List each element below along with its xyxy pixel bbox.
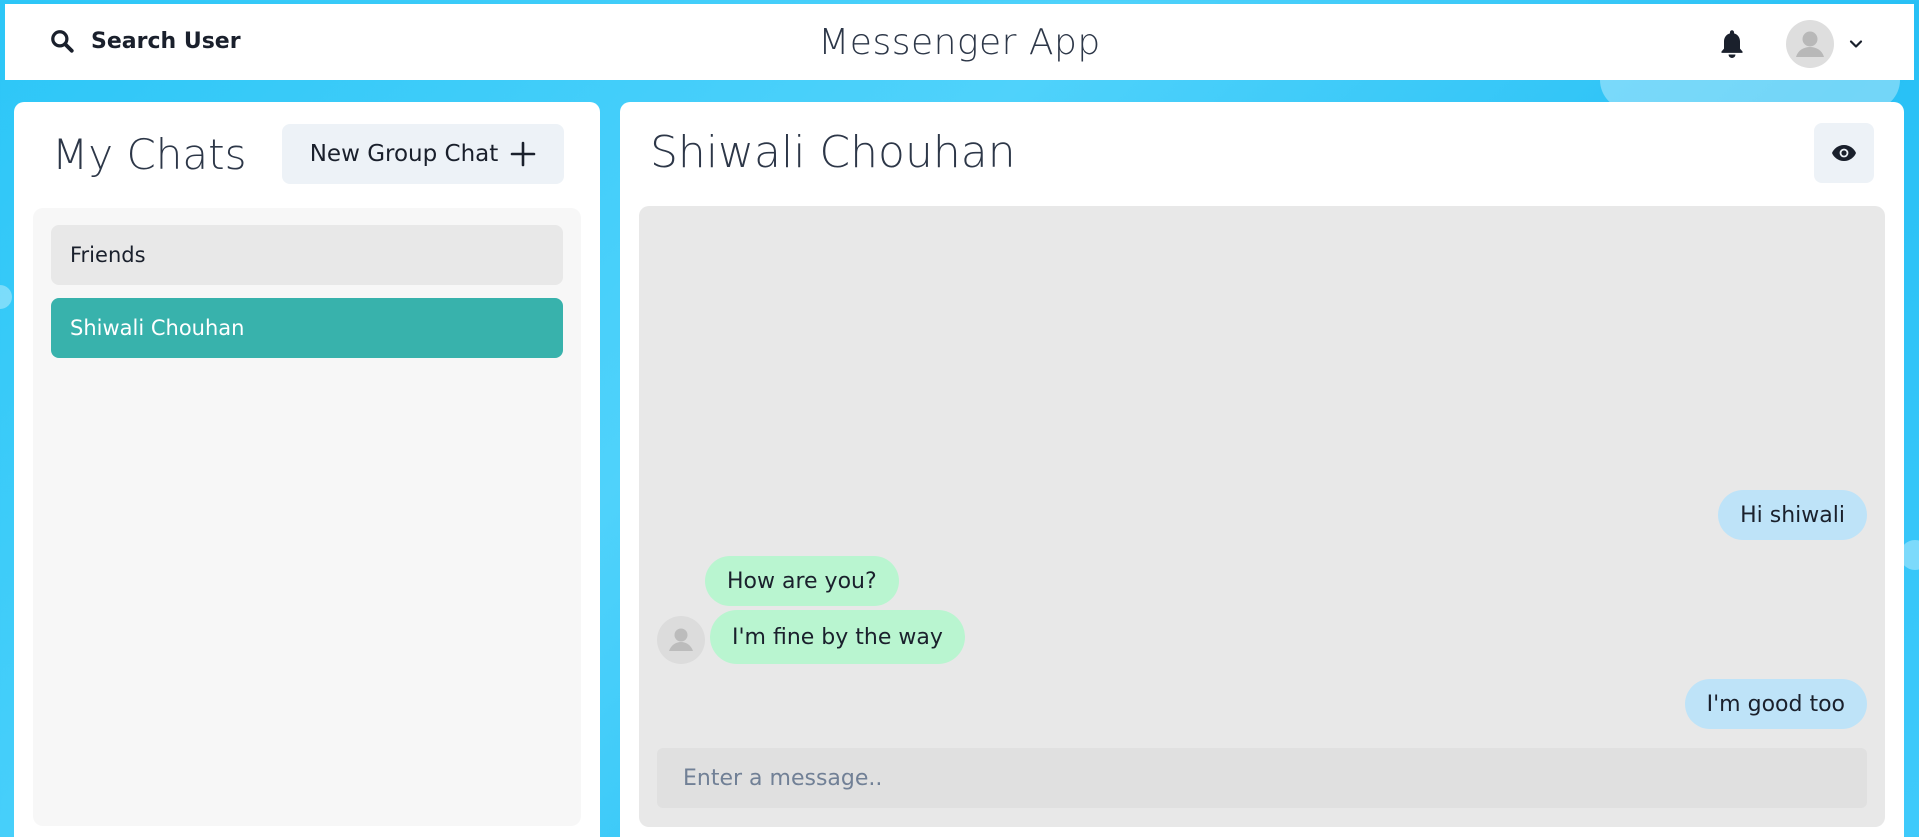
view-profile-button[interactable] (1814, 123, 1874, 183)
chat-list-item-shiwali-chouhan[interactable]: Shiwali Chouhan (51, 298, 563, 358)
profile-menu-button[interactable] (1782, 20, 1868, 68)
message-bubble-sent: I'm good too (1684, 679, 1867, 729)
my-chats-title: My Chats (52, 129, 247, 179)
plus-icon (510, 141, 536, 167)
avatar (1786, 20, 1834, 68)
message-input[interactable] (657, 748, 1867, 808)
message-bubble-received: I'm fine by the way (710, 610, 965, 664)
message-bubble-received: How are you? (705, 556, 899, 606)
user-avatar-icon (669, 628, 693, 651)
messages-area: Hi shiwali How are you? I'm fine by the … (639, 206, 1885, 827)
chat-list: Friends Shiwali Chouhan (33, 208, 581, 826)
sender-avatar (657, 616, 705, 664)
my-chats-panel: My Chats New Group Chat Friends Shiwali … (14, 102, 600, 837)
conversation-title: Shiwali Chouhan (650, 127, 1016, 178)
new-group-chat-button[interactable]: New Group Chat (282, 124, 564, 184)
app-title: Messenger App (818, 22, 1101, 63)
top-right-controls (1714, 20, 1868, 68)
bell-icon (1721, 30, 1743, 58)
top-navigation-bar: Search User Messenger App (5, 4, 1914, 80)
search-user-button[interactable]: Search User (33, 18, 257, 64)
eye-icon (1832, 145, 1856, 161)
search-icon (51, 30, 74, 53)
chat-list-item-label: Shiwali Chouhan (70, 316, 245, 340)
notifications-button[interactable] (1714, 24, 1750, 64)
chat-list-item-label: Friends (70, 243, 146, 267)
search-user-label: Search User (91, 28, 241, 54)
chevron-down-icon (1849, 40, 1863, 48)
message-bubble-sent: Hi shiwali (1718, 490, 1867, 540)
background-bubble (0, 285, 12, 309)
my-chats-header: My Chats New Group Chat (52, 122, 564, 186)
conversation-panel: Shiwali Chouhan Hi shiwali How are you? … (620, 102, 1904, 837)
user-avatar-icon (1796, 31, 1824, 57)
chat-list-item-friends[interactable]: Friends (51, 225, 563, 285)
new-group-chat-label: New Group Chat (309, 141, 499, 167)
